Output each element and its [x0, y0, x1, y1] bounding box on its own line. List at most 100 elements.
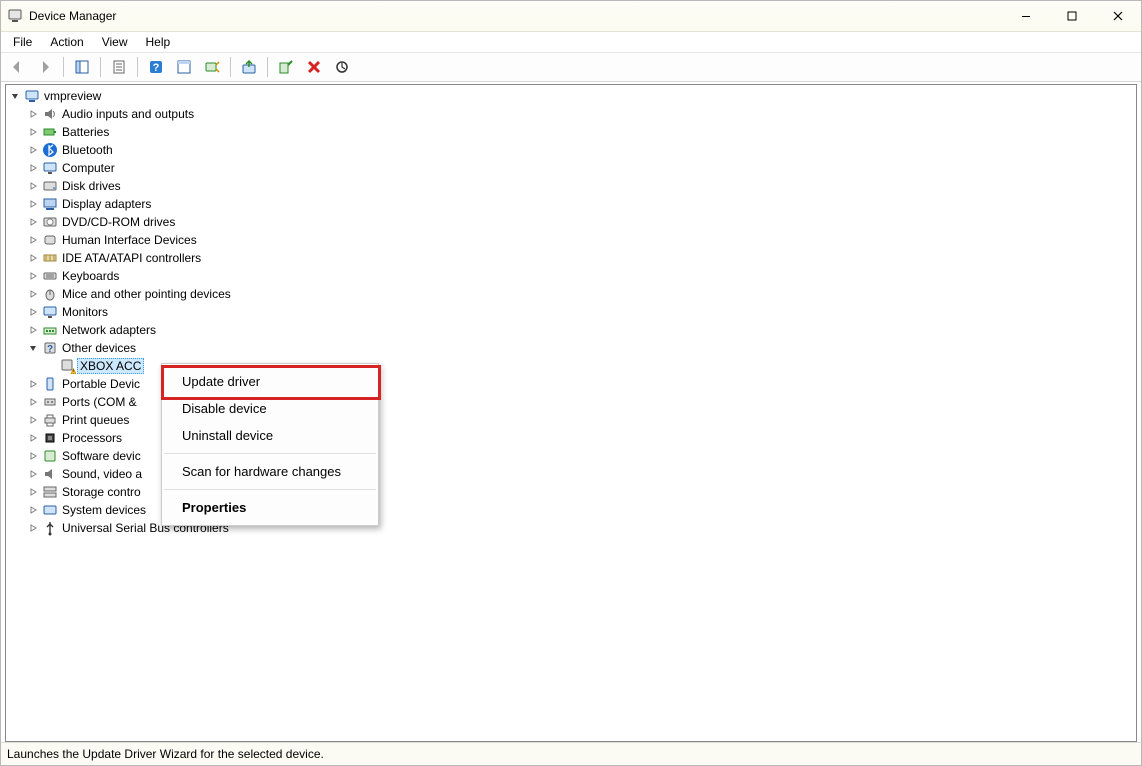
tree-category[interactable]: IDE ATA/ATAPI controllers [6, 249, 1136, 267]
tree-category[interactable]: Keyboards [6, 267, 1136, 285]
context-menu: Update driverDisable deviceUninstall dev… [161, 363, 379, 526]
update-driver-button[interactable] [237, 55, 261, 79]
close-button[interactable] [1095, 1, 1141, 31]
tree-category[interactable]: Human Interface Devices [6, 231, 1136, 249]
hid-icon [42, 232, 58, 248]
scan-hardware-button[interactable] [200, 55, 224, 79]
chevron-right-icon[interactable] [28, 109, 40, 119]
cdrom-icon [42, 214, 58, 230]
chevron-right-icon[interactable] [28, 127, 40, 137]
chevron-right-icon[interactable] [28, 145, 40, 155]
unknown-icon: ? [42, 340, 58, 356]
menu-help[interactable]: Help [138, 34, 179, 50]
chevron-right-icon[interactable] [28, 469, 40, 479]
context-item-uninstall-device[interactable]: Uninstall device [162, 422, 378, 449]
disk-icon [42, 178, 58, 194]
tree-category[interactable]: ? Other devices [6, 339, 1136, 357]
chevron-right-icon[interactable] [28, 181, 40, 191]
tree-label: Computer [62, 161, 115, 175]
chevron-right-icon[interactable] [28, 397, 40, 407]
tree-label: Display adapters [62, 197, 151, 211]
network-icon [42, 322, 58, 338]
chevron-right-icon[interactable] [28, 235, 40, 245]
port-icon [42, 394, 58, 410]
show-hide-console-tree-button[interactable] [70, 55, 94, 79]
tree-label: XBOX ACC [77, 358, 144, 374]
tree-category[interactable]: Network adapters [6, 321, 1136, 339]
menu-view[interactable]: View [94, 34, 136, 50]
chevron-right-icon[interactable] [28, 289, 40, 299]
tree-label: Ports (COM & [62, 395, 137, 409]
tree-category[interactable]: Batteries [6, 123, 1136, 141]
tree-category[interactable]: Mice and other pointing devices [6, 285, 1136, 303]
chevron-right-icon[interactable] [28, 271, 40, 281]
tree-category[interactable]: Display adapters [6, 195, 1136, 213]
chevron-down-icon[interactable] [28, 343, 40, 353]
context-separator [164, 453, 376, 454]
chevron-right-icon[interactable] [28, 433, 40, 443]
properties-button[interactable] [107, 55, 131, 79]
tree-label: Batteries [62, 125, 109, 139]
context-item-disable-device[interactable]: Disable device [162, 395, 378, 422]
tree-label: Disk drives [62, 179, 121, 193]
svg-text:?: ? [153, 62, 160, 74]
menu-action[interactable]: Action [42, 34, 91, 50]
enable-device-button[interactable] [274, 55, 298, 79]
tree-label: IDE ATA/ATAPI controllers [62, 251, 201, 265]
system-icon [42, 502, 58, 518]
scan-for-changes-button[interactable] [330, 55, 354, 79]
tree-category[interactable]: Disk drives [6, 177, 1136, 195]
chevron-right-icon[interactable] [28, 163, 40, 173]
chevron-right-icon[interactable] [28, 253, 40, 263]
tree-category[interactable]: Computer [6, 159, 1136, 177]
tree-label: Sound, video a [62, 467, 142, 481]
context-item-scan-for-hardware-changes[interactable]: Scan for hardware changes [162, 458, 378, 485]
action-button[interactable] [172, 55, 196, 79]
usb-icon [42, 520, 58, 536]
menu-file[interactable]: File [5, 34, 40, 50]
tree-label: Other devices [62, 341, 136, 355]
svg-text:!: ! [73, 370, 74, 375]
forward-button[interactable] [33, 55, 57, 79]
battery-icon [42, 124, 58, 140]
chevron-right-icon[interactable] [28, 379, 40, 389]
chevron-right-icon[interactable] [28, 451, 40, 461]
chevron-right-icon[interactable] [28, 487, 40, 497]
chevron-right-icon[interactable] [28, 523, 40, 533]
tree-label: Mice and other pointing devices [62, 287, 231, 301]
tree-category[interactable]: Audio inputs and outputs [6, 105, 1136, 123]
uninstall-device-button[interactable] [302, 55, 326, 79]
context-item-properties[interactable]: Properties [162, 494, 378, 521]
chevron-right-icon[interactable] [28, 199, 40, 209]
tree-label: Audio inputs and outputs [62, 107, 194, 121]
tree-label: DVD/CD-ROM drives [62, 215, 175, 229]
chevron-right-icon[interactable] [28, 325, 40, 335]
tree-label: Network adapters [62, 323, 156, 337]
chevron-right-icon[interactable] [28, 217, 40, 227]
tree-category[interactable]: DVD/CD-ROM drives [6, 213, 1136, 231]
toolbar-separator [63, 57, 64, 77]
app-icon [7, 8, 23, 24]
context-item-update-driver[interactable]: Update driver [162, 368, 378, 395]
menubar: File Action View Help [1, 32, 1141, 53]
maximize-button[interactable] [1049, 1, 1095, 31]
back-button[interactable] [5, 55, 29, 79]
statusbar-text: Launches the Update Driver Wizard for th… [7, 747, 324, 761]
context-separator [164, 489, 376, 490]
tree-label: Keyboards [62, 269, 119, 283]
minimize-button[interactable] [1003, 1, 1049, 31]
tree-category[interactable]: Monitors [6, 303, 1136, 321]
tree-category[interactable]: Bluetooth [6, 141, 1136, 159]
tree-root[interactable]: vmpreview [6, 87, 1136, 105]
cpu-icon [42, 430, 58, 446]
window-controls [1003, 1, 1141, 31]
help-button[interactable]: ? [144, 55, 168, 79]
tree-label: Monitors [62, 305, 108, 319]
storage-icon [42, 484, 58, 500]
device-manager-window: Device Manager File Action View Help [0, 0, 1142, 766]
chevron-down-icon[interactable] [10, 91, 22, 101]
chevron-right-icon[interactable] [28, 505, 40, 515]
chevron-right-icon[interactable] [28, 415, 40, 425]
chevron-right-icon[interactable] [28, 307, 40, 317]
device-tree[interactable]: vmpreview Audio inputs and outputs Batteri… [5, 84, 1137, 742]
